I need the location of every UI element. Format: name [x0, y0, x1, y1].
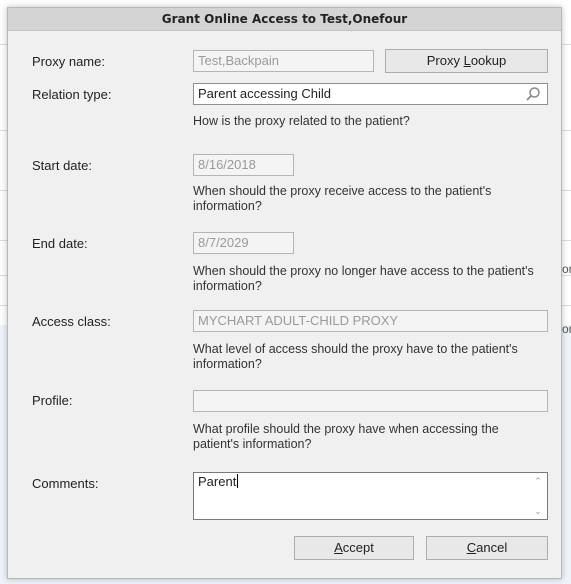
comments-scrollbar[interactable]: ⌃ ⌄	[531, 475, 545, 517]
end-date-label: End date:	[32, 236, 88, 251]
relation-type-field[interactable]: Parent accessing Child	[193, 83, 548, 105]
comments-textarea[interactable]: Parent ⌃ ⌄	[193, 472, 548, 520]
scroll-down-arrow-icon[interactable]: ⌄	[531, 505, 545, 517]
comments-value: Parent	[198, 474, 237, 489]
accept-button[interactable]: Accept	[294, 536, 414, 560]
comments-label: Comments:	[32, 476, 99, 491]
text-caret	[237, 474, 239, 488]
grant-access-dialog: Grant Online Access to Test,Onefour Prox…	[7, 7, 562, 579]
relation-type-label: Relation type:	[32, 87, 112, 102]
proxy-name-label: Proxy name:	[32, 54, 105, 69]
end-date-field[interactable]: 8/7/2029	[193, 232, 294, 254]
end-date-help: When should the proxy no longer have acc…	[193, 264, 534, 293]
access-class-help: What level of access should the proxy ha…	[193, 342, 518, 371]
search-icon[interactable]	[525, 86, 541, 102]
proxy-name-field[interactable]: Test,Backpain	[193, 50, 374, 72]
start-date-field[interactable]: 8/16/2018	[193, 154, 294, 176]
dialog-title: Grant Online Access to Test,Onefour	[8, 8, 561, 31]
background-text: on	[562, 262, 571, 276]
access-class-field[interactable]: MYCHART ADULT-CHILD PROXY	[193, 310, 548, 332]
profile-label: Profile:	[32, 393, 73, 408]
start-date-label: Start date:	[32, 158, 92, 173]
relation-type-help: How is the proxy related to the patient?	[193, 114, 410, 128]
start-date-help: When should the proxy receive access to …	[193, 184, 492, 213]
relation-type-value: Parent accessing Child	[198, 86, 331, 101]
background-text: on	[562, 322, 571, 336]
cancel-button[interactable]: Cancel	[426, 536, 548, 560]
profile-field[interactable]	[193, 390, 548, 412]
proxy-lookup-button[interactable]: Proxy Lookup	[385, 49, 548, 73]
scroll-up-arrow-icon[interactable]: ⌃	[531, 475, 545, 487]
profile-help: What profile should the proxy have when …	[193, 422, 499, 451]
access-class-label: Access class:	[32, 314, 111, 329]
